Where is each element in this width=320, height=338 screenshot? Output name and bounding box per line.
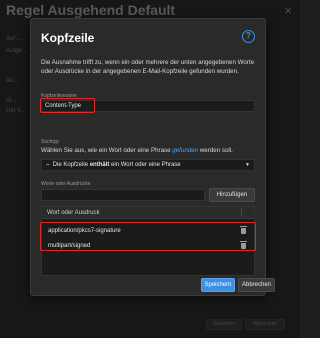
words-label: Worte oder Ausdrücke [41, 181, 91, 187]
select-value-post: ein Wort oder eine Phrase [111, 162, 181, 168]
help-icon[interactable]: ? [242, 30, 255, 43]
hint-suffix: werden soll. [199, 147, 233, 154]
hint-prefix: Wählen Sie aus, wie ein Wort oder eine P… [41, 147, 171, 154]
add-button[interactable]: Hinzufügen [209, 188, 255, 202]
hint-link[interactable]: gefunden [172, 147, 198, 154]
dialog-description: Die Ausnahme trifft zu, wenn ein oder me… [41, 59, 255, 75]
select-glyph: ⇔ [45, 162, 51, 168]
highlight-box-rows [40, 222, 256, 251]
search-type-select[interactable]: ⇔ Die Kopfzeile enthält ein Wort oder ei… [41, 159, 255, 171]
highlight-box-header-name [40, 98, 95, 113]
select-value-bold: enthält [89, 162, 110, 168]
header-dialog: Kopfzeile ? Die Ausnahme trifft zu, wenn… [30, 18, 275, 296]
cancel-button[interactable]: Abbrechen [238, 278, 275, 292]
search-type-label: Suchtyp [41, 139, 60, 145]
chevron-down-icon: ▼ [245, 162, 250, 168]
save-button[interactable]: Speichern [201, 278, 235, 292]
dialog-title: Kopfzeile [41, 31, 95, 45]
word-input[interactable] [41, 189, 205, 201]
column-divider [241, 209, 242, 217]
select-value-pre: Die Kopfzeile [52, 162, 89, 168]
search-type-hint: Wählen Sie aus, wie ein Wort oder eine P… [41, 147, 233, 154]
table-header: Wort oder Ausdruck [42, 207, 254, 219]
table-header-label: Wort oder Ausdruck [47, 210, 100, 216]
